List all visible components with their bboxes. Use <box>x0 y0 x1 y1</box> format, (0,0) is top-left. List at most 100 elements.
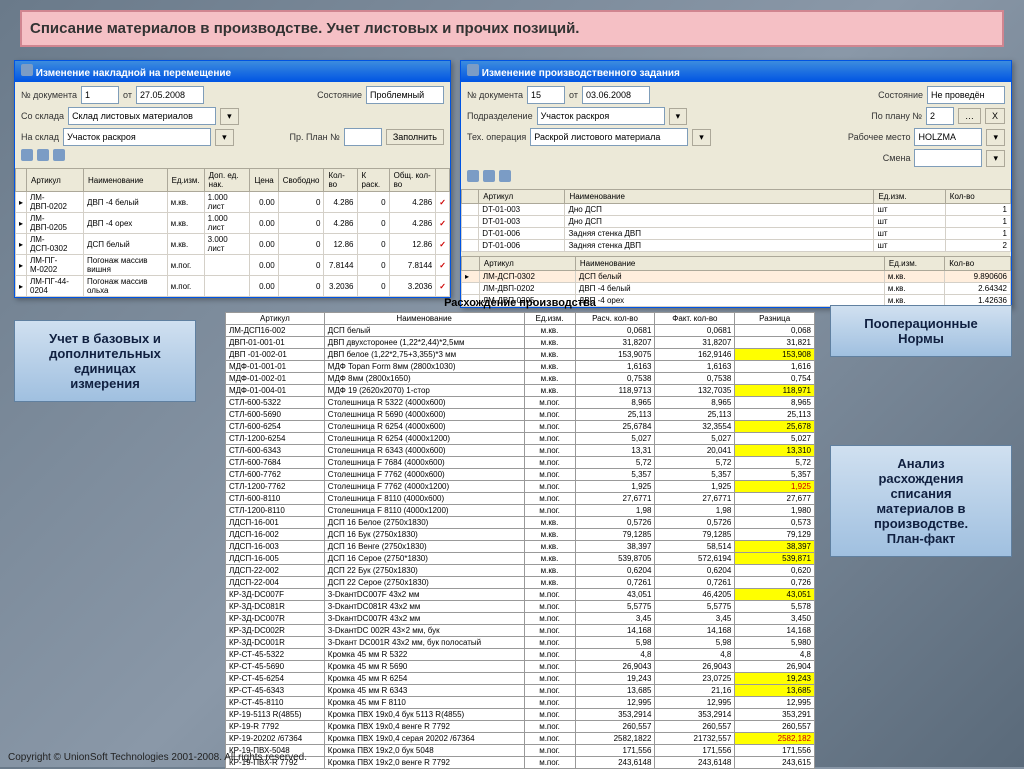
work-input[interactable] <box>914 128 982 146</box>
dep-label: Подразделение <box>467 111 533 121</box>
shift-label: Смена <box>883 153 911 163</box>
shift-input[interactable] <box>914 149 982 167</box>
table-row[interactable]: КР-СТ-45-8110Кромка 45 мм F 8110м.пог.12… <box>226 697 815 709</box>
table-row[interactable]: ▸ЛМ-ПГ-44-0204Погонаж массив ольхам.пог.… <box>16 276 450 297</box>
table-row[interactable]: ▸ЛМ-ДСП-0302ДСП белыйм.кв.3.000 лист0.00… <box>16 234 450 255</box>
dropdown-icon[interactable]: ▾ <box>215 129 234 146</box>
date-input[interactable] <box>136 86 204 104</box>
table-row[interactable]: КР-СТ-45-6343Кромка 45 мм R 6343м.пог.13… <box>226 685 815 697</box>
table-row[interactable]: КР-3Д-DC081R3-DкантDC081R 43х2 ммм.пог.5… <box>226 601 815 613</box>
dropdown-icon[interactable]: ▾ <box>669 108 688 125</box>
plan-label: Пр. План № <box>289 132 339 142</box>
to-input[interactable] <box>63 128 211 146</box>
table-row[interactable]: КР-СТ-45-6254Кромка 45 мм R 6254м.пог.19… <box>226 673 815 685</box>
table-row[interactable]: ЛДСП-16-003ДСП 16 Венге (2750х1830)м.кв.… <box>226 541 815 553</box>
callout-analysis: Анализ расхождения списания материалов в… <box>830 445 1012 557</box>
doc-no-input[interactable] <box>81 86 119 104</box>
table-row[interactable]: КР-19-20202 /67364Кромка ПВХ 19х0,4 сера… <box>226 733 815 745</box>
table-row[interactable]: DT-01-006Задняя стенка ДВПшт1 <box>462 228 1011 240</box>
table-row[interactable]: СТЛ-1200-8110Столешница F 8110 (4000х120… <box>226 505 815 517</box>
table-row[interactable]: СТЛ-600-5322Столешница R 5322 (4000х600)… <box>226 397 815 409</box>
toolbar-icon-3[interactable] <box>53 149 65 161</box>
table-row[interactable]: СТЛ-1200-7762Столешница F 7762 (4000х120… <box>226 481 815 493</box>
toolbar-icon-3[interactable] <box>499 170 511 182</box>
discr-title: Расхождение производства <box>225 297 815 309</box>
table-row[interactable]: СТЛ-600-6343Столешница R 6343 (4000х600)… <box>226 445 815 457</box>
from-label: Со склада <box>21 111 64 121</box>
table-row[interactable]: СТЛ-600-7684Столешница F 7684 (4000х600)… <box>226 457 815 469</box>
table-row[interactable]: СТЛ-600-8110Столешница F 8110 (4000х600)… <box>226 493 815 505</box>
table-row[interactable]: ЛДСП-16-001ДСП 16 Белое (2750х1830)м.кв.… <box>226 517 815 529</box>
table-row[interactable]: СТЛ-600-6254Столешница R 6254 (4000х600)… <box>226 421 815 433</box>
plan-input[interactable] <box>344 128 382 146</box>
page-title: Списание материалов в производстве. Учет… <box>20 10 1004 47</box>
op-label: Тех. операция <box>467 132 526 142</box>
table-row[interactable]: ДВП -01-002-01ДВП белое (1,22*2,75+3,355… <box>226 349 815 361</box>
work-label: Рабочее место <box>848 132 911 142</box>
clear-button[interactable]: X <box>985 108 1005 124</box>
table-row[interactable]: МДФ-01-001-01МДФ Topan Form 8мм (2800х10… <box>226 361 815 373</box>
plan-label: По плану № <box>871 111 922 121</box>
table-row[interactable]: ЛДСП-16-005ДСП 16 Серое (2750*1830)м.кв.… <box>226 553 815 565</box>
table-row[interactable]: КР-3Д-DC007F3-DкантDC007F 43х2 ммм.пог.4… <box>226 589 815 601</box>
dropdown-icon[interactable]: ▾ <box>986 150 1005 167</box>
invoice-grid[interactable]: АртикулНаименованиеЕд.изм.Доп. ед. нак.Ц… <box>15 168 450 297</box>
state-input[interactable] <box>366 86 444 104</box>
plan-no-input[interactable] <box>926 107 954 125</box>
table-row[interactable]: КР-3Д-DC002R3-DкантDC 002R 43×2 мм, букм… <box>226 625 815 637</box>
callout-units: Учет в базовых и дополнительных единицах… <box>14 320 196 402</box>
table-row[interactable]: DT-01-006Задняя стенка ДВПшт2 <box>462 240 1011 252</box>
table-row[interactable]: СТЛ-1200-6254Столешница R 6254 (4000х120… <box>226 433 815 445</box>
table-row[interactable]: ЛДСП-22-004ДСП 22 Серое (2750х1830)м.кв.… <box>226 577 815 589</box>
table-row[interactable]: КР-19-ПВХ-5048Кромка ПВХ 19х2,0 бук 5048… <box>226 745 815 757</box>
discr-table[interactable]: АртикулНаименованиеЕд.изм.Расч. кол-воФа… <box>225 312 815 769</box>
table-row[interactable]: МДФ-01-002-01МДФ 8мм (2800х1650)м.кв.0,7… <box>226 373 815 385</box>
dropdown-icon[interactable]: ▾ <box>986 129 1005 146</box>
table-row[interactable]: ▸ЛМ-ДВП-0202ДВП -4 белыйм.кв.1.000 лист0… <box>16 192 450 213</box>
from-input[interactable] <box>68 107 216 125</box>
window-invoice: Изменение накладной на перемещение № док… <box>14 60 451 298</box>
table-row[interactable]: МДФ-01-004-01МДФ 19 (2620х2070) 1-сторм.… <box>226 385 815 397</box>
table-row[interactable]: ДВП-01-001-01ДВП двухсторонее (1,22*2,44… <box>226 337 815 349</box>
table-row[interactable]: ЛМ-ДВП-0202ДВП -4 белыйм.кв.2.64342 <box>462 283 1011 295</box>
table-row[interactable]: ЛДСП-22-002ДСП 22 Бук (2750х1830)м.кв.0,… <box>226 565 815 577</box>
fill-button[interactable]: Заполнить <box>386 129 444 145</box>
app-icon <box>21 64 33 76</box>
date-label: от <box>123 90 132 100</box>
toolbar-icon-2[interactable] <box>37 149 49 161</box>
toolbar-icon-1[interactable] <box>467 170 479 182</box>
table-row[interactable]: DT-01-003Дно ДСПшт1 <box>462 204 1011 216</box>
table-row[interactable]: КР-19-5113 R(4855)Кромка ПВХ 19х0,4 бук … <box>226 709 815 721</box>
doc-no-label: № документа <box>467 90 523 100</box>
table-row[interactable]: КР-СТ-45-5690Кромка 45 мм R 5690м.пог.26… <box>226 661 815 673</box>
window-task: Изменение производственного задания № до… <box>460 60 1012 308</box>
date-label: от <box>569 90 578 100</box>
browse-button[interactable]: … <box>958 108 981 124</box>
table-row[interactable]: DT-01-003Дно ДСПшт1 <box>462 216 1011 228</box>
op-input[interactable] <box>530 128 688 146</box>
task-grid-top[interactable]: АртикулНаименованиеЕд.изм.Кол-воDT-01-00… <box>461 189 1011 252</box>
table-row[interactable]: ▸ЛМ-ДВП-0205ДВП -4 орехм.кв.1.000 лист0.… <box>16 213 450 234</box>
date-input[interactable] <box>582 86 650 104</box>
dep-input[interactable] <box>537 107 665 125</box>
app-icon <box>467 64 479 76</box>
doc-no-label: № документа <box>21 90 77 100</box>
table-row[interactable]: ▸ЛМ-ПГ-М-0202Погонаж массив вишням.пог.0… <box>16 255 450 276</box>
table-row[interactable]: КР-19-R 7792Кромка ПВХ 19х0,4 венге R 77… <box>226 721 815 733</box>
table-row[interactable]: ЛДСП-16-002ДСП 16 Бук (2750х1830)м.кв.79… <box>226 529 815 541</box>
to-label: На склад <box>21 132 59 142</box>
doc-no-input[interactable] <box>527 86 565 104</box>
toolbar-icon-2[interactable] <box>483 170 495 182</box>
table-row[interactable]: СТЛ-600-5690Столешница R 5690 (4000х600)… <box>226 409 815 421</box>
dropdown-icon[interactable]: ▾ <box>692 129 711 146</box>
table-row[interactable]: КР-СТ-45-5322Кромка 45 мм R 5322м.пог.4,… <box>226 649 815 661</box>
dropdown-icon[interactable]: ▾ <box>220 108 239 125</box>
table-row[interactable]: КР-3Д-DC001R3-Dкант DC001R 43х2 мм, бук … <box>226 637 815 649</box>
toolbar-icon-1[interactable] <box>21 149 33 161</box>
table-row[interactable]: КР-3Д-DC007R3-DкантDC007R 43х2 ммм.пог.3… <box>226 613 815 625</box>
table-row[interactable]: СТЛ-600-7762Столешница F 7762 (4000х600)… <box>226 469 815 481</box>
table-row[interactable]: ▸ЛМ-ДСП-0302ДСП белыйм.кв.9.890606 <box>462 271 1011 283</box>
table-row[interactable]: ЛМ-ДСП16-002ДСП белыйм.кв.0,06810,06810,… <box>226 325 815 337</box>
state-input[interactable] <box>927 86 1005 104</box>
copyright: Copyright © UnionSoft Technologies 2001-… <box>8 752 307 763</box>
